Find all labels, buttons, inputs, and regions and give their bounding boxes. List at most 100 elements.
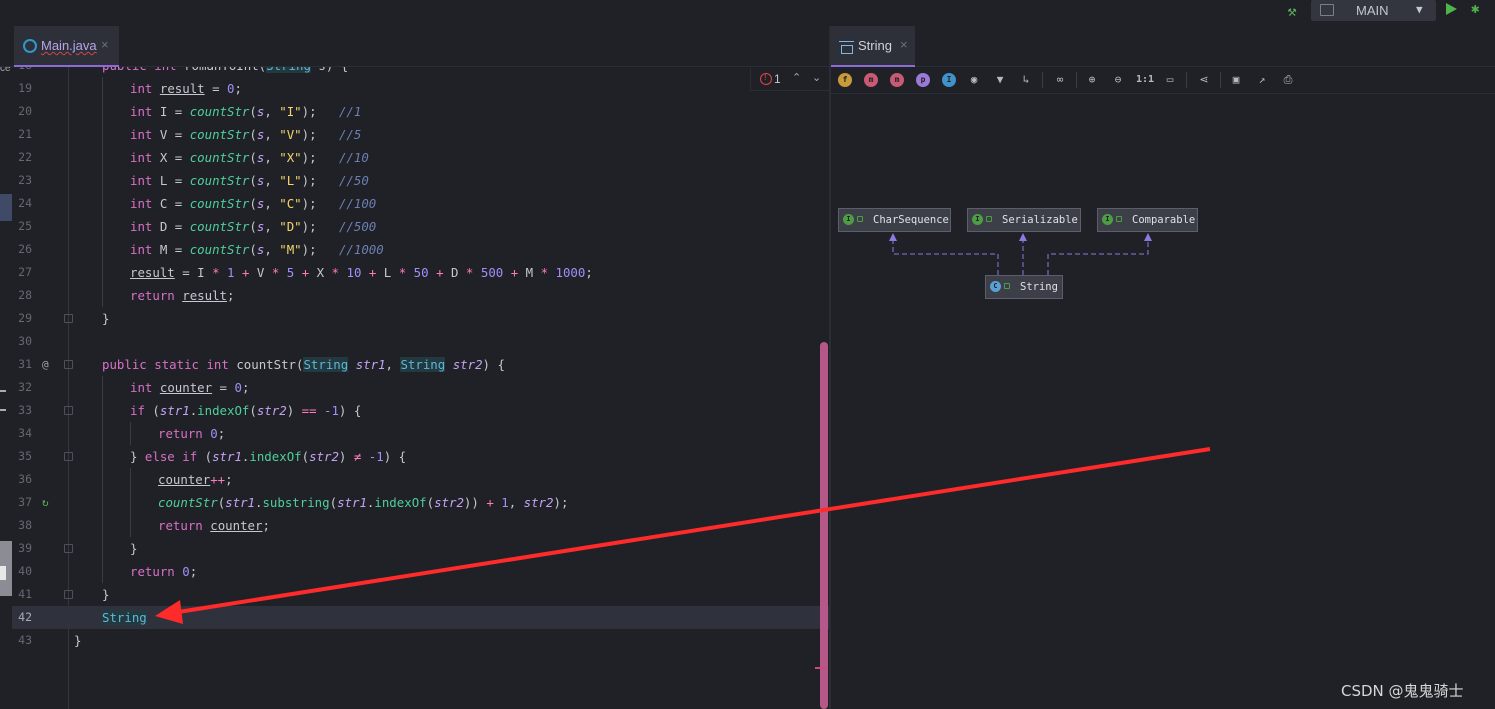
line-number[interactable]: 37 xyxy=(12,491,32,514)
line-number[interactable]: 22 xyxy=(12,146,32,169)
uml-node-comparable[interactable]: I Comparable xyxy=(1097,208,1198,232)
line-number[interactable]: 21 xyxy=(12,123,32,146)
application-icon xyxy=(1320,4,1334,16)
code-line[interactable]: 38 return counter; xyxy=(12,514,829,537)
code-line[interactable]: 24 int C = countStr(s, "C"); //100 xyxy=(12,192,829,215)
chevron-up-icon[interactable]: ⌃ xyxy=(792,71,801,84)
debug-bug-icon[interactable]: ✱ xyxy=(1471,1,1479,17)
line-number[interactable]: 39 xyxy=(12,537,32,560)
line-number[interactable]: 24 xyxy=(12,192,32,215)
edge-string-charsequence xyxy=(892,237,999,275)
code-line[interactable]: 27 result = I * 1 + V * 5 + X * 10 + L * … xyxy=(12,261,829,284)
implemented-method-icon[interactable]: @ xyxy=(42,353,49,376)
code-line[interactable]: 39} xyxy=(12,537,829,560)
run-configuration-selector[interactable]: MAIN ▼ xyxy=(1311,0,1436,21)
uml-node-charsequence[interactable]: I CharSequence xyxy=(838,208,951,232)
code-line[interactable]: 21 int V = countStr(s, "V"); //5 xyxy=(12,123,829,146)
chevron-down-icon[interactable]: ⌄ xyxy=(812,71,821,84)
code-line[interactable]: 37 ↻ countStr(str1.substring(str1.indexOf(… xyxy=(12,491,829,514)
code-line[interactable]: 19 int result = 0; xyxy=(12,77,829,100)
uml-diagram-pane[interactable]: f m m p I ◉ ▼ ↳ ∞ ⊕ ⊖ 1:1 ▭ ⋖ ▣ ↗ ⎙ I Ch… xyxy=(831,67,1495,709)
inspection-widget[interactable]: 1 ⌃ ⌄ xyxy=(750,68,829,91)
line-number[interactable]: 23 xyxy=(12,169,32,192)
line-number[interactable]: 20 xyxy=(12,100,32,123)
code-line[interactable]: 22 int X = countStr(s, "X"); //10 xyxy=(12,146,829,169)
fold-marker-icon[interactable] xyxy=(64,406,73,415)
code-line[interactable]: 28 return result; xyxy=(12,284,829,307)
line-number[interactable]: 31 xyxy=(12,353,32,376)
code-text: int V = countStr(s, "V"); //5 xyxy=(130,127,362,142)
line-number[interactable]: 36 xyxy=(12,468,32,491)
line-number[interactable]: 42 xyxy=(12,606,32,629)
code-line[interactable]: 31 @ public static int countStr(String str… xyxy=(12,353,829,376)
code-line[interactable]: 30 xyxy=(12,330,829,353)
code-lines: 18 public int romanToInt(String s) {19 int… xyxy=(12,67,829,652)
code-line[interactable]: 29} xyxy=(12,307,829,330)
fold-marker-icon[interactable] xyxy=(64,314,73,323)
recursive-call-icon[interactable]: ↻ xyxy=(42,491,49,514)
code-line[interactable]: 36 counter++; xyxy=(12,468,829,491)
tab-main-java[interactable]: Main.java × xyxy=(14,26,119,67)
code-line[interactable]: 43} xyxy=(12,629,829,652)
code-line[interactable]: 41} xyxy=(12,583,829,606)
run-icon[interactable] xyxy=(1446,3,1457,15)
tab-string-diagram[interactable]: String × xyxy=(831,26,915,67)
code-text: counter++; xyxy=(158,472,233,487)
line-number[interactable]: 29 xyxy=(12,307,32,330)
line-number[interactable]: 18 xyxy=(12,67,32,77)
line-number[interactable]: 32 xyxy=(12,376,32,399)
fold-marker-icon[interactable] xyxy=(64,590,73,599)
fold-marker-icon[interactable] xyxy=(64,544,73,553)
line-number[interactable]: 40 xyxy=(12,560,32,583)
line-number[interactable]: 41 xyxy=(12,583,32,606)
code-line[interactable]: 40 return 0; xyxy=(12,560,829,583)
chevron-down-icon: ▼ xyxy=(1416,3,1423,16)
error-stripe-mark[interactable] xyxy=(815,667,827,669)
code-line[interactable]: 34 return 0; xyxy=(12,422,829,445)
fold-marker-icon[interactable] xyxy=(64,452,73,461)
line-number[interactable]: 25 xyxy=(12,215,32,238)
indent-guide xyxy=(102,123,103,146)
code-text: return counter; xyxy=(158,518,270,533)
line-number[interactable]: 35 xyxy=(12,445,32,468)
class-icon: C xyxy=(990,281,1001,292)
code-line[interactable]: 26 int M = countStr(s, "M"); //1000 xyxy=(12,238,829,261)
line-number[interactable]: 33 xyxy=(12,399,32,422)
code-text: } xyxy=(102,587,110,602)
build-hammer-icon[interactable]: ⚒ xyxy=(1283,2,1301,20)
fold-marker-icon[interactable] xyxy=(64,360,73,369)
line-number[interactable]: 28 xyxy=(12,284,32,307)
indent-guide xyxy=(130,514,131,537)
line-number[interactable]: 26 xyxy=(12,238,32,261)
code-text: return result; xyxy=(130,288,235,303)
line-number[interactable]: 19 xyxy=(12,77,32,100)
panel-scroll-thumb[interactable] xyxy=(0,566,6,580)
indent-guide xyxy=(102,422,103,445)
lock-icon xyxy=(1004,283,1010,289)
collapse-dash-icon[interactable] xyxy=(0,409,6,411)
code-line[interactable]: 33 if (str1.indexOf(str2) == -1) { xyxy=(12,399,829,422)
node-label: String xyxy=(1020,281,1058,293)
arrowhead xyxy=(1019,233,1027,241)
line-number[interactable]: 38 xyxy=(12,514,32,537)
line-number[interactable]: 34 xyxy=(12,422,32,445)
code-line[interactable]: 35} else if (str1.indexOf(str2) ≠ -1) { xyxy=(12,445,829,468)
uml-node-string[interactable]: C String xyxy=(985,275,1063,299)
code-line[interactable]: 20 int I = countStr(s, "I"); //1 xyxy=(12,100,829,123)
line-number[interactable]: 30 xyxy=(12,330,32,353)
code-line[interactable]: 23 int L = countStr(s, "L"); //50 xyxy=(12,169,829,192)
code-line[interactable]: 25 int D = countStr(s, "D"); //500 xyxy=(12,215,829,238)
line-number[interactable]: 43 xyxy=(12,629,32,652)
code-editor[interactable]: 18 public int romanToInt(String s) {19 int… xyxy=(12,67,829,709)
lock-icon xyxy=(1116,216,1122,222)
uml-node-serializable[interactable]: I Serializable xyxy=(967,208,1081,232)
editor-scrollbar[interactable] xyxy=(820,342,828,709)
collapse-dash-icon[interactable] xyxy=(0,390,6,392)
code-line[interactable]: 18 public int romanToInt(String s) { xyxy=(12,67,829,77)
code-line[interactable]: 42 String xyxy=(12,606,829,629)
code-line[interactable]: 32 int counter = 0; xyxy=(12,376,829,399)
close-icon[interactable]: × xyxy=(101,37,109,52)
code-text: return 0; xyxy=(158,426,226,441)
line-number[interactable]: 27 xyxy=(12,261,32,284)
close-icon[interactable]: × xyxy=(900,37,908,52)
